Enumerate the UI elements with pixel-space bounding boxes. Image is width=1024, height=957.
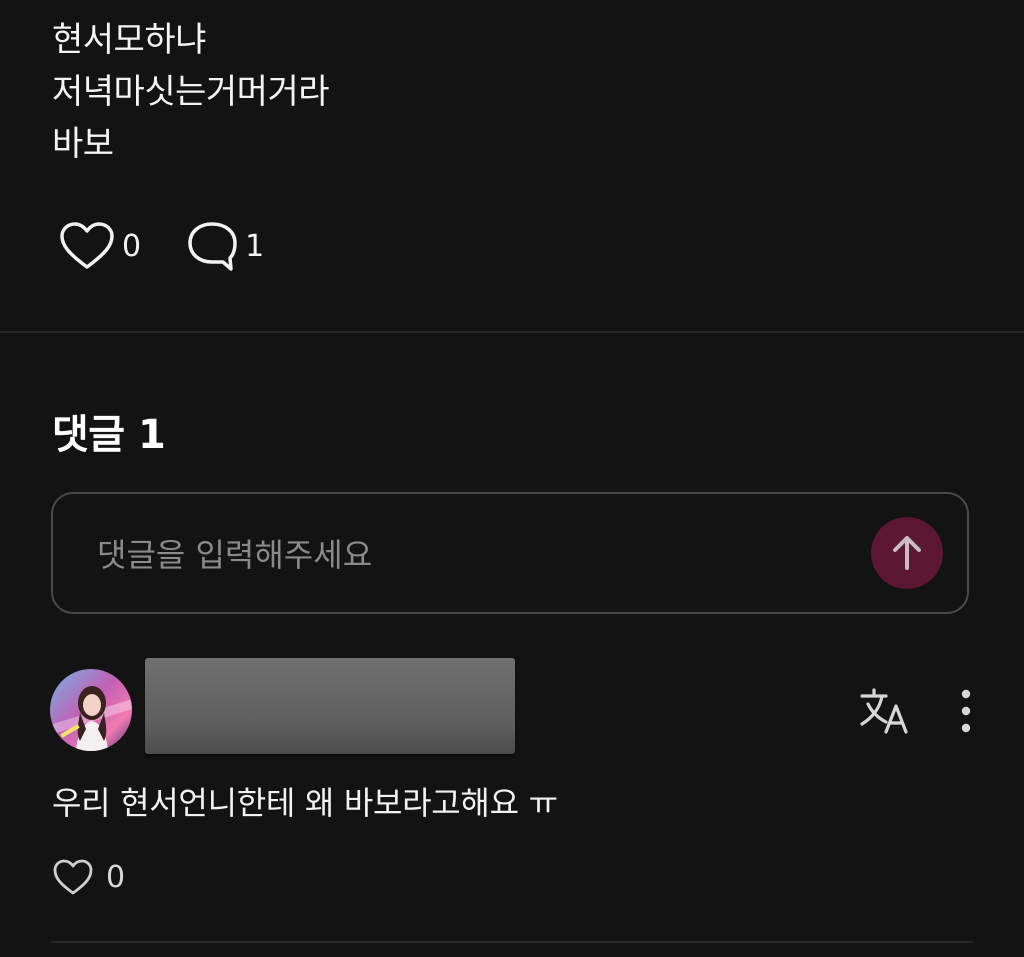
post-detail-page: 현서모하냐 저녁마싯는거머거라 바보 0 1 댓글 1 댓글을 입력해주세요 우… (0, 0, 1024, 957)
heart-icon (60, 222, 114, 269)
post-line: 저녁마싯는거머거라 (52, 72, 330, 112)
comment-text: 우리 현서언니한테 왜 바보라고해요 ㅠ (52, 784, 558, 822)
avatar-image (50, 669, 132, 751)
post-like-button[interactable]: 0 (58, 221, 141, 271)
post-body: 현서모하냐 저녁마싯는거머거라 바보 (52, 14, 330, 170)
divider (0, 331, 1024, 333)
send-comment-button[interactable] (871, 517, 943, 589)
comment-bubble-icon (188, 222, 237, 271)
avatar[interactable] (50, 669, 132, 751)
comment-input[interactable] (95, 528, 859, 582)
username-redacted (145, 658, 515, 754)
post-actions: 0 1 (58, 218, 308, 274)
post-comment-button[interactable]: 1 (185, 219, 264, 273)
post-line: 현서모하냐 (52, 20, 206, 60)
translate-button[interactable] (858, 686, 912, 736)
more-options-button[interactable] (950, 688, 982, 734)
arrow-up-icon (893, 536, 921, 570)
heart-outline-icon (53, 859, 93, 895)
comment-input-box[interactable] (51, 492, 969, 614)
comment-like-count: 0 (106, 859, 126, 895)
post-comment-count: 1 (245, 228, 265, 264)
post-like-count: 0 (122, 228, 142, 264)
more-vertical-icon (961, 689, 971, 733)
comment-like-button[interactable]: 0 (52, 858, 125, 896)
comments-heading: 댓글 1 (52, 412, 166, 458)
post-line: 바보 (52, 124, 114, 164)
translate-icon (860, 688, 908, 734)
divider (51, 941, 973, 943)
